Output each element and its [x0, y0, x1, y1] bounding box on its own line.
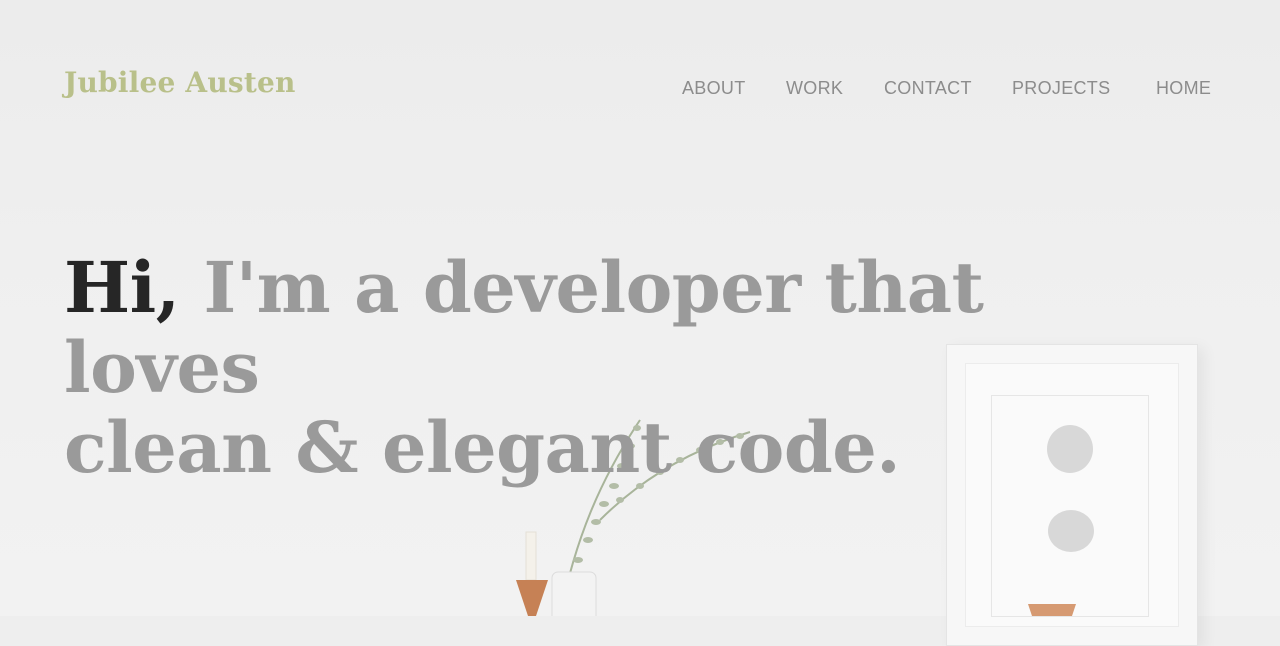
- nav-link-contact[interactable]: CONTACT: [884, 78, 972, 99]
- hero-greeting: Hi,: [64, 246, 180, 329]
- hero-heading: Hi, I'm a developer that loves clean & el…: [64, 248, 1164, 488]
- nav-link-work[interactable]: WORK: [786, 78, 843, 99]
- hero-line2: clean & elegant code.: [64, 406, 901, 489]
- hero-line1: I'm a developer that loves: [64, 246, 984, 409]
- nav-link-projects[interactable]: PROJECTS: [1012, 78, 1110, 99]
- nav-link-home[interactable]: HOME: [1156, 78, 1211, 99]
- main-nav: ABOUT WORK CONTACT PROJECTS HOME: [0, 78, 1280, 102]
- nav-link-about[interactable]: ABOUT: [682, 78, 746, 99]
